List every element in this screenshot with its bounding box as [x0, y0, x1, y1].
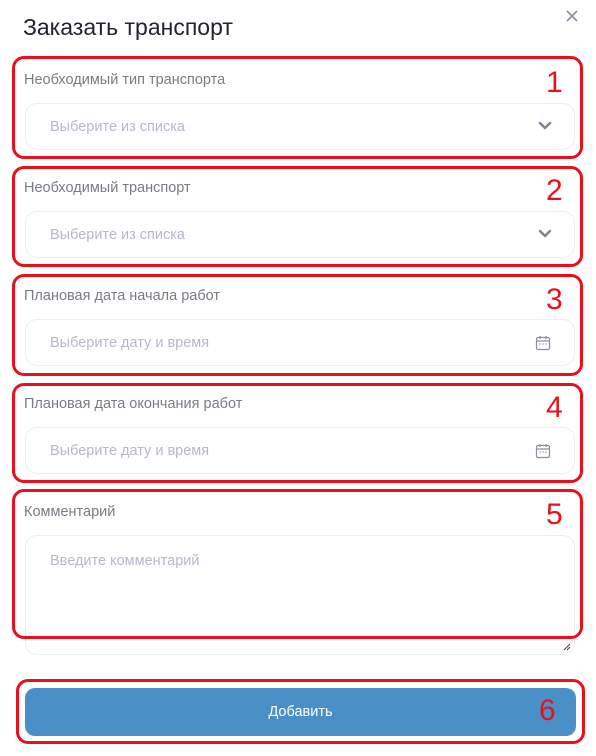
end-date-input[interactable]: Выберите дату и время	[25, 427, 575, 474]
transport-type-select[interactable]: Выберите из списка	[25, 103, 575, 150]
annotation-number-3: 3	[546, 283, 563, 316]
transport-type-label: Необходимый тип транспорта	[24, 72, 226, 88]
chevron-down-icon[interactable]	[538, 229, 552, 239]
start-date-label: Плановая дата начала работ	[24, 288, 221, 304]
resize-handle-icon[interactable]	[563, 643, 571, 651]
comment-label: Комментарий	[24, 504, 116, 520]
end-date-label: Плановая дата окончания работ	[24, 396, 243, 412]
transport-type-placeholder: Выберите из списка	[50, 119, 185, 135]
annotation-number-5: 5	[546, 498, 563, 531]
start-date-placeholder: Выберите дату и время	[50, 335, 210, 351]
chevron-down-icon[interactable]	[538, 121, 552, 131]
annotation-number-4: 4	[546, 391, 563, 424]
annotation-box-6	[16, 679, 585, 744]
transport-select[interactable]: Выберите из списка	[25, 211, 575, 258]
start-date-input[interactable]: Выберите дату и время	[25, 319, 575, 366]
annotation-number-2: 2	[546, 174, 563, 207]
calendar-icon[interactable]	[535, 443, 551, 459]
end-date-placeholder: Выберите дату и время	[50, 443, 210, 459]
transport-placeholder: Выберите из списка	[50, 227, 185, 243]
close-icon[interactable]	[564, 8, 580, 24]
transport-label: Необходимый транспорт	[24, 180, 191, 196]
modal-title: Заказать транспорт	[23, 14, 233, 40]
annotation-number-6: 6	[539, 694, 556, 727]
calendar-icon[interactable]	[535, 335, 551, 351]
annotation-number-1: 1	[546, 66, 563, 99]
